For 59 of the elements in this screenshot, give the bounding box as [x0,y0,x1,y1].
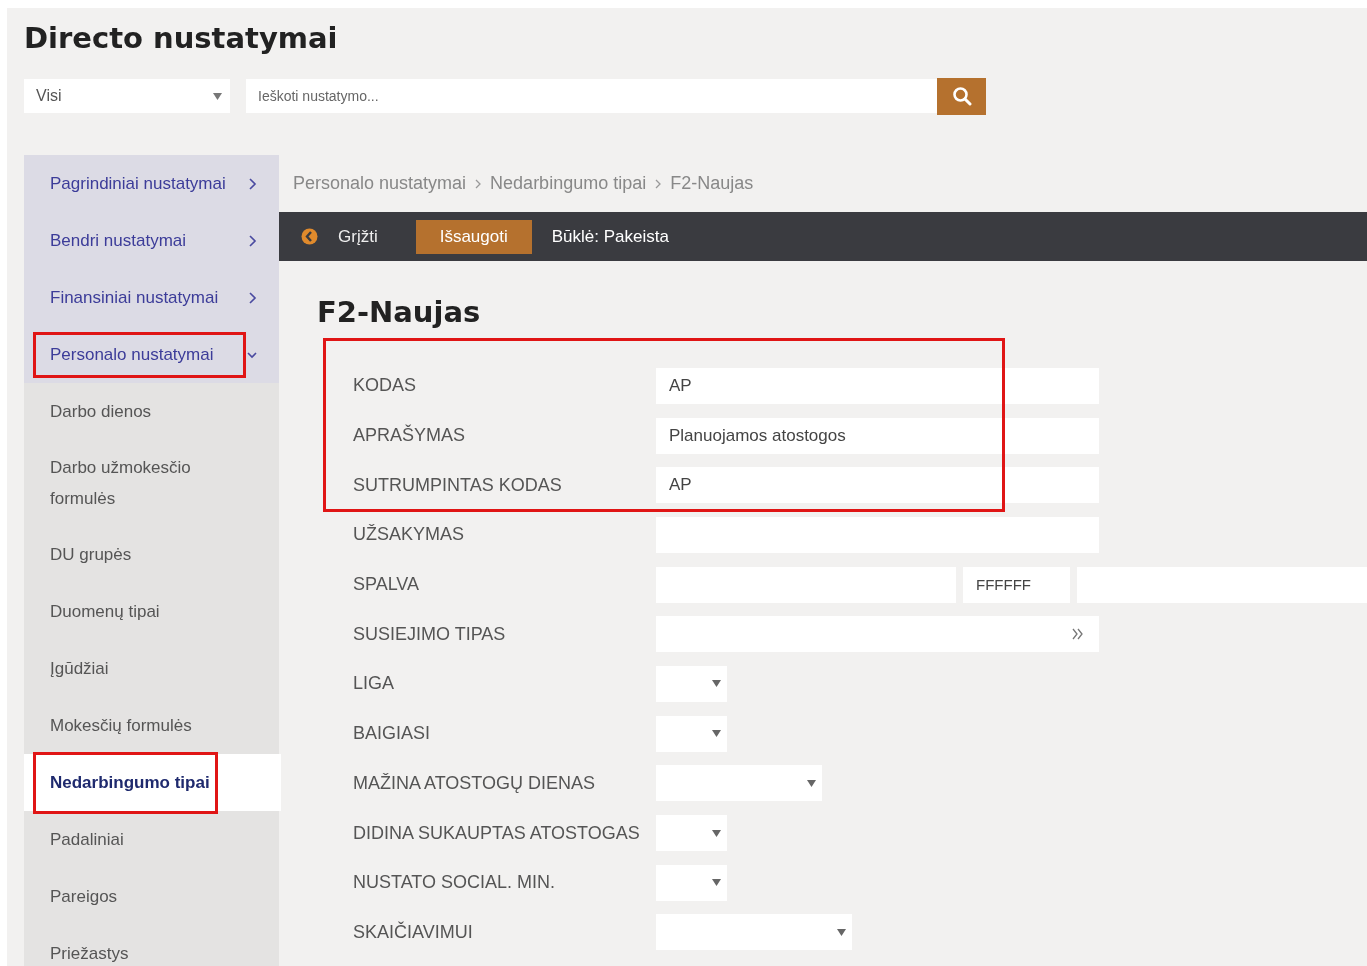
sidebar-item[interactable]: Finansiniai nustatymai [24,269,279,326]
sidebar-item[interactable]: Darbo dienos [24,383,279,440]
field-label: APRAŠYMAS [353,425,467,447]
field-label: DIDINA SUKAUPTAS ATOSTOGAS [353,822,641,844]
sidebar-item[interactable]: Įgūdžiai [24,640,279,697]
sidebar-item[interactable]: Darbo užmokesčio formulės [24,440,279,526]
breadcrumb-link[interactable]: Nedarbingumo tipai [490,173,647,194]
field-label: SKAIČIAVIMUI [353,921,474,943]
dropdown-arrow-icon [712,879,721,887]
field-label: SUSIEJIMO TIPAS [353,623,507,645]
dropdown-arrow-icon [712,730,721,738]
dropdown-field[interactable] [656,665,727,702]
search-field[interactable]: Ieškoti nustatymo... [246,79,937,113]
dropdown-arrow-icon [807,779,816,787]
sidebar-item[interactable]: Personalo nustatymai [24,326,279,383]
sidebar-item[interactable]: DU grupės [24,526,279,583]
input-field[interactable]: AP [656,367,1099,404]
field-label: KODAS [353,375,418,397]
form-title: F2-Naujas [317,294,482,331]
double-chevron-icon [1071,628,1085,641]
breadcrumb-link[interactable]: F2-Naujas [670,173,754,194]
sidebar-item[interactable]: Pareigos [24,868,279,925]
status-text: Būklė: Pakeista [551,226,669,247]
lookup-field[interactable] [656,616,1099,653]
chevron-right-icon [474,178,483,189]
field-label: MAŽINA ATOSTOGŲ DIENAS [353,772,597,794]
save-button[interactable]: Išsaugoti [415,219,532,254]
dropdown-field[interactable] [656,914,852,951]
dropdown-field[interactable] [656,765,822,802]
dropdown-field[interactable] [656,815,727,852]
sidebar-item[interactable]: Bendri nustatymai [24,212,279,269]
field-label: BAIGIASI [353,723,432,745]
field-label: LIGA [353,673,396,695]
dropdown-arrow-icon [837,928,846,936]
sidebar-item[interactable]: Pagrindiniai nustatymai [24,155,279,212]
field-label: UŽSAKYMAS [353,524,466,546]
sidebar-item[interactable]: Mokesčių formulės [24,697,279,754]
field-label: NUSTATO SOCIAL. MIN. [353,872,557,894]
sidebar-item[interactable]: Duomenų tipai [24,583,279,640]
dropdown-arrow-icon [712,829,721,837]
field-label: SUTRUMPINTAS KODAS [353,474,563,496]
breadcrumb-link[interactable]: Personalo nustatymai [293,173,467,194]
page-title: Directo nustatymai [24,20,339,57]
dropdown-arrow-icon [712,680,721,688]
chevron-right-icon [654,178,663,189]
input-field[interactable]: Planuojamos atostogos [656,417,1099,454]
color-code-field[interactable]: FFFFFF [963,566,1070,603]
search-button[interactable] [937,77,986,115]
sidebar-item[interactable]: Priežastys [24,925,279,966]
sidebar-item[interactable]: Nedarbingumo tipai [24,754,281,811]
input-field[interactable]: AP [656,467,1099,504]
dropdown-field[interactable] [656,715,727,752]
dropdown-field[interactable] [656,864,727,901]
dropdown-arrow-icon [213,92,222,100]
search-icon [951,86,972,106]
back-button[interactable]: Grįžti [301,226,378,247]
sidebar-item[interactable]: Padaliniai [24,811,279,868]
filter-dropdown[interactable]: Visi [24,79,230,113]
field-label: SPALVA [353,574,421,596]
